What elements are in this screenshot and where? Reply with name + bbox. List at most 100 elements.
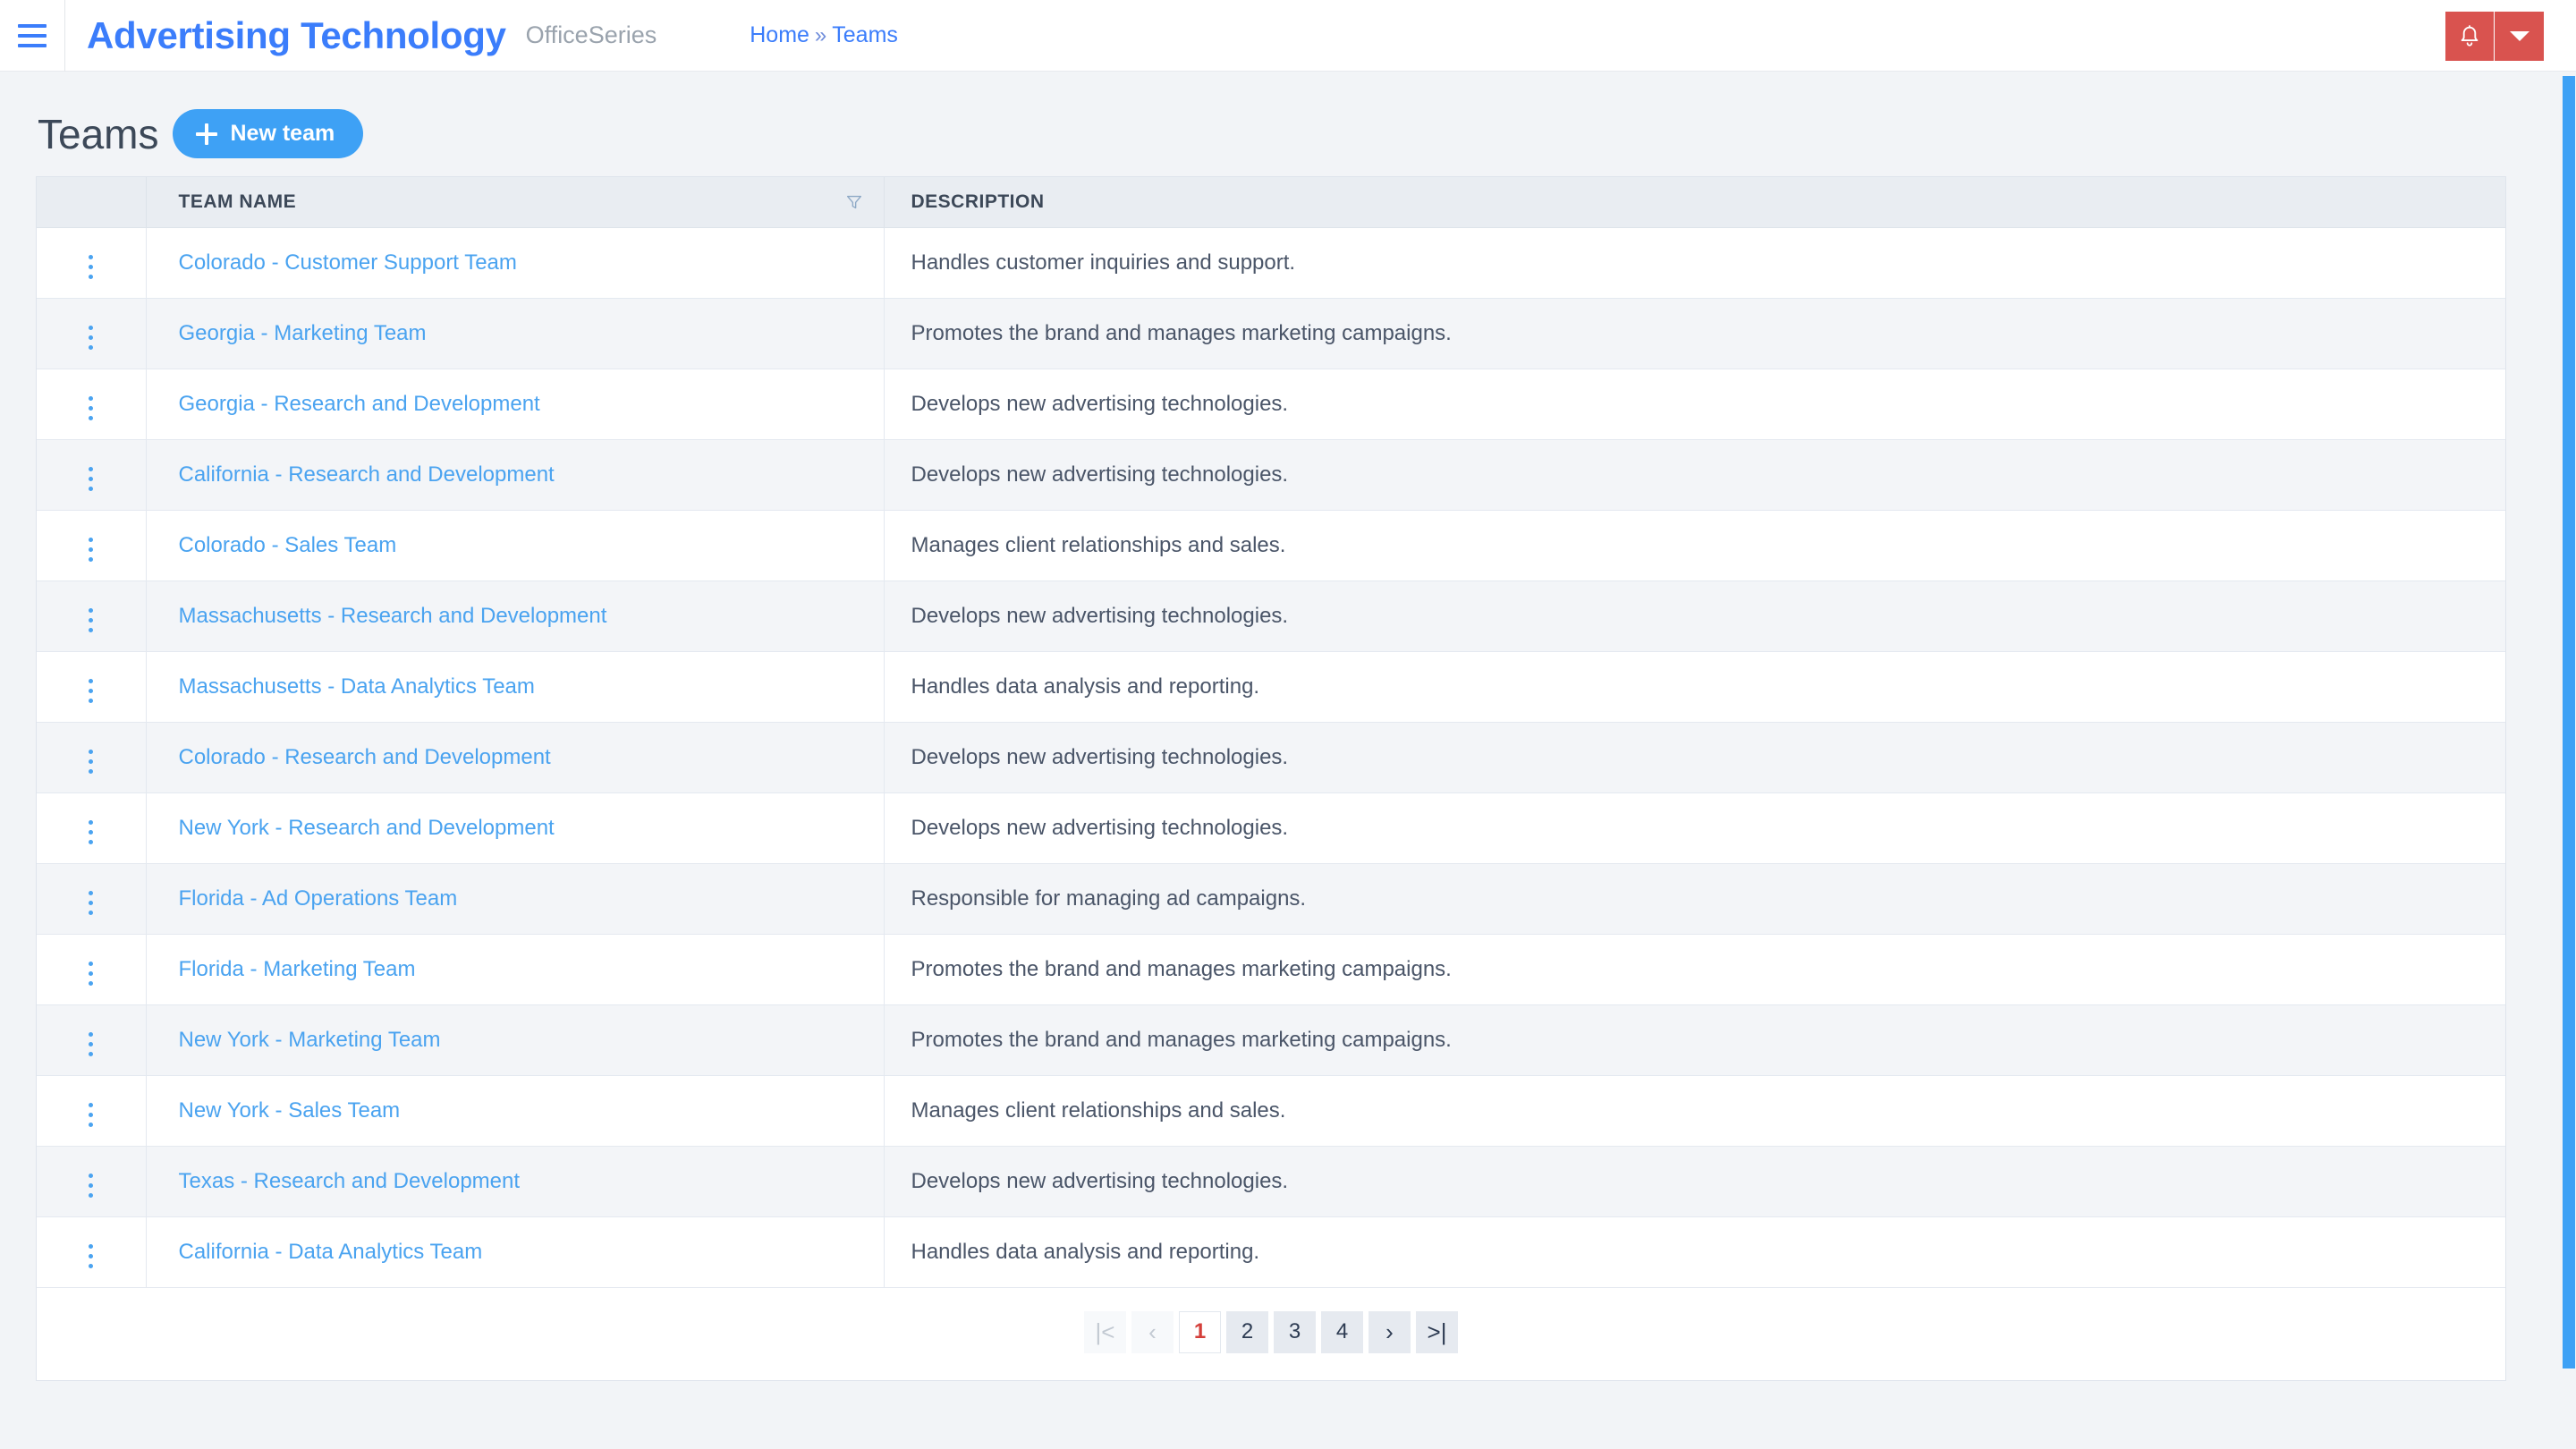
pagination-page-button[interactable]: 2 (1226, 1310, 1268, 1353)
team-description-cell: Manages client relationships and sales. (884, 1075, 2505, 1147)
team-name-link[interactable]: New York - Research and Development (179, 816, 555, 840)
kebab-menu-icon[interactable] (83, 391, 98, 426)
pagination-prev-button[interactable]: ‹ (1131, 1310, 1174, 1353)
topbar-actions (2445, 12, 2544, 61)
top-bar: Advertising Technology OfficeSeries Home… (0, 0, 2576, 72)
pagination-pages: 1234 (1179, 1310, 1363, 1353)
notifications-button[interactable] (2445, 12, 2495, 61)
breadcrumb-current-link[interactable]: Teams (832, 22, 898, 48)
brand-title: Advertising Technology (87, 13, 506, 56)
row-actions-cell (37, 863, 147, 935)
menu-toggle-button[interactable] (0, 0, 65, 72)
funnel-filter-icon[interactable] (844, 192, 864, 212)
row-actions-cell (37, 298, 147, 369)
pagination-page-button[interactable]: 3 (1274, 1310, 1316, 1353)
new-team-button[interactable]: New team (173, 109, 364, 158)
table-row: Massachusetts - Research and Development… (37, 580, 2505, 652)
pagination-first-button[interactable]: |< (1084, 1310, 1126, 1353)
team-name-cell: Massachusetts - Research and Development (146, 580, 885, 652)
row-actions-cell (37, 792, 147, 864)
team-name-cell: Colorado - Sales Team (146, 510, 885, 581)
team-description-cell: Develops new advertising technologies. (884, 1146, 2505, 1217)
team-name-link[interactable]: Georgia - Research and Development (179, 392, 540, 416)
row-actions-cell (37, 580, 147, 652)
kebab-menu-icon[interactable] (83, 1239, 98, 1274)
kebab-menu-icon[interactable] (83, 674, 98, 708)
team-description-cell: Develops new advertising technologies. (884, 369, 2505, 440)
column-header-team-name-label: TEAM NAME (178, 191, 297, 212)
team-name-cell: Georgia - Marketing Team (146, 298, 885, 369)
team-description-cell: Responsible for managing ad campaigns. (884, 863, 2505, 935)
team-name-link[interactable]: California - Research and Development (179, 462, 555, 487)
team-name-link[interactable]: Florida - Ad Operations Team (179, 886, 458, 911)
page-content: Teams New team TEAM NAME DESCRIPTION Col… (0, 72, 2576, 1381)
pagination-page-button[interactable]: 1 (1179, 1310, 1221, 1353)
column-header-team-name: TEAM NAME (146, 177, 885, 228)
kebab-menu-icon[interactable] (83, 603, 98, 638)
kebab-menu-icon[interactable] (83, 1027, 98, 1062)
table-row: New York - Sales Team Manages client rela… (37, 1075, 2505, 1147)
kebab-menu-icon[interactable] (83, 532, 98, 567)
table-row: New York - Research and Development Devel… (37, 792, 2505, 864)
kebab-menu-icon[interactable] (83, 815, 98, 850)
table-body: Colorado - Customer Support Team Handles … (37, 227, 2505, 1288)
table-row: Massachusetts - Data Analytics Team Handl… (37, 651, 2505, 723)
teams-table-card: TEAM NAME DESCRIPTION Colorado - Custome… (36, 176, 2506, 1381)
page-header: Teams New team (36, 72, 2540, 176)
team-description-cell: Develops new advertising technologies. (884, 722, 2505, 793)
kebab-menu-icon[interactable] (83, 462, 98, 496)
row-actions-cell (37, 651, 147, 723)
kebab-menu-icon[interactable] (83, 744, 98, 779)
team-name-cell: California - Research and Development (146, 439, 885, 511)
team-name-link[interactable]: New York - Marketing Team (179, 1028, 441, 1052)
team-name-link[interactable]: Georgia - Marketing Team (179, 321, 427, 345)
row-actions-cell (37, 1004, 147, 1076)
kebab-menu-icon[interactable] (83, 1097, 98, 1132)
table-header: TEAM NAME DESCRIPTION (37, 177, 2505, 228)
kebab-menu-icon[interactable] (83, 956, 98, 991)
table-row: California - Research and Development Dev… (37, 439, 2505, 511)
new-team-button-label: New team (230, 121, 335, 146)
team-name-link[interactable]: Colorado - Customer Support Team (179, 250, 517, 275)
pagination-next-button[interactable]: › (1368, 1310, 1411, 1353)
table-row: Georgia - Marketing Team Promotes the bra… (37, 298, 2505, 369)
kebab-menu-icon[interactable] (83, 886, 98, 920)
user-dropdown-button[interactable] (2495, 12, 2544, 61)
team-name-link[interactable]: Massachusetts - Data Analytics Team (179, 674, 535, 699)
team-description-cell: Manages client relationships and sales. (884, 510, 2505, 581)
bell-icon (2461, 24, 2479, 47)
table-header-row: TEAM NAME DESCRIPTION (37, 177, 2505, 228)
team-description-cell: Develops new advertising technologies. (884, 580, 2505, 652)
hamburger-icon (18, 23, 47, 47)
table-row: Florida - Ad Operations Team Responsible … (37, 863, 2505, 935)
table-row: Georgia - Research and Development Develo… (37, 369, 2505, 440)
team-name-cell: New York - Research and Development (146, 792, 885, 864)
team-name-link[interactable]: Colorado - Research and Development (179, 745, 551, 769)
caret-down-icon (2509, 31, 2529, 41)
page-title: Teams (38, 110, 159, 157)
table-row: California - Data Analytics Team Handles … (37, 1216, 2505, 1288)
table-row: Colorado - Research and Development Devel… (37, 722, 2505, 793)
team-name-link[interactable]: Texas - Research and Development (179, 1169, 521, 1193)
team-name-link[interactable]: Colorado - Sales Team (179, 533, 397, 557)
team-name-cell: Texas - Research and Development (146, 1146, 885, 1217)
pagination: |< ‹ 1234 › >| (37, 1287, 2505, 1380)
team-name-link[interactable]: Florida - Marketing Team (179, 957, 416, 981)
row-actions-cell (37, 227, 147, 299)
team-name-link[interactable]: New York - Sales Team (179, 1098, 401, 1123)
page-scrollbar-thumb[interactable] (2563, 76, 2575, 1368)
team-name-link[interactable]: California - Data Analytics Team (179, 1240, 483, 1264)
team-description-cell: Promotes the brand and manages marketing… (884, 298, 2505, 369)
kebab-menu-icon[interactable] (83, 320, 98, 355)
table-row: Florida - Marketing Team Promotes the bra… (37, 934, 2505, 1005)
pagination-last-button[interactable]: >| (1416, 1310, 1458, 1353)
team-name-link[interactable]: Massachusetts - Research and Development (179, 604, 607, 628)
pagination-page-button[interactable]: 4 (1321, 1310, 1363, 1353)
kebab-menu-icon[interactable] (83, 1168, 98, 1203)
row-actions-cell (37, 1216, 147, 1288)
breadcrumb: Home » Teams (750, 22, 898, 48)
page-scrollbar-track[interactable] (2556, 72, 2576, 1449)
row-actions-cell (37, 934, 147, 1005)
kebab-menu-icon[interactable] (83, 250, 98, 284)
breadcrumb-home-link[interactable]: Home (750, 22, 809, 48)
